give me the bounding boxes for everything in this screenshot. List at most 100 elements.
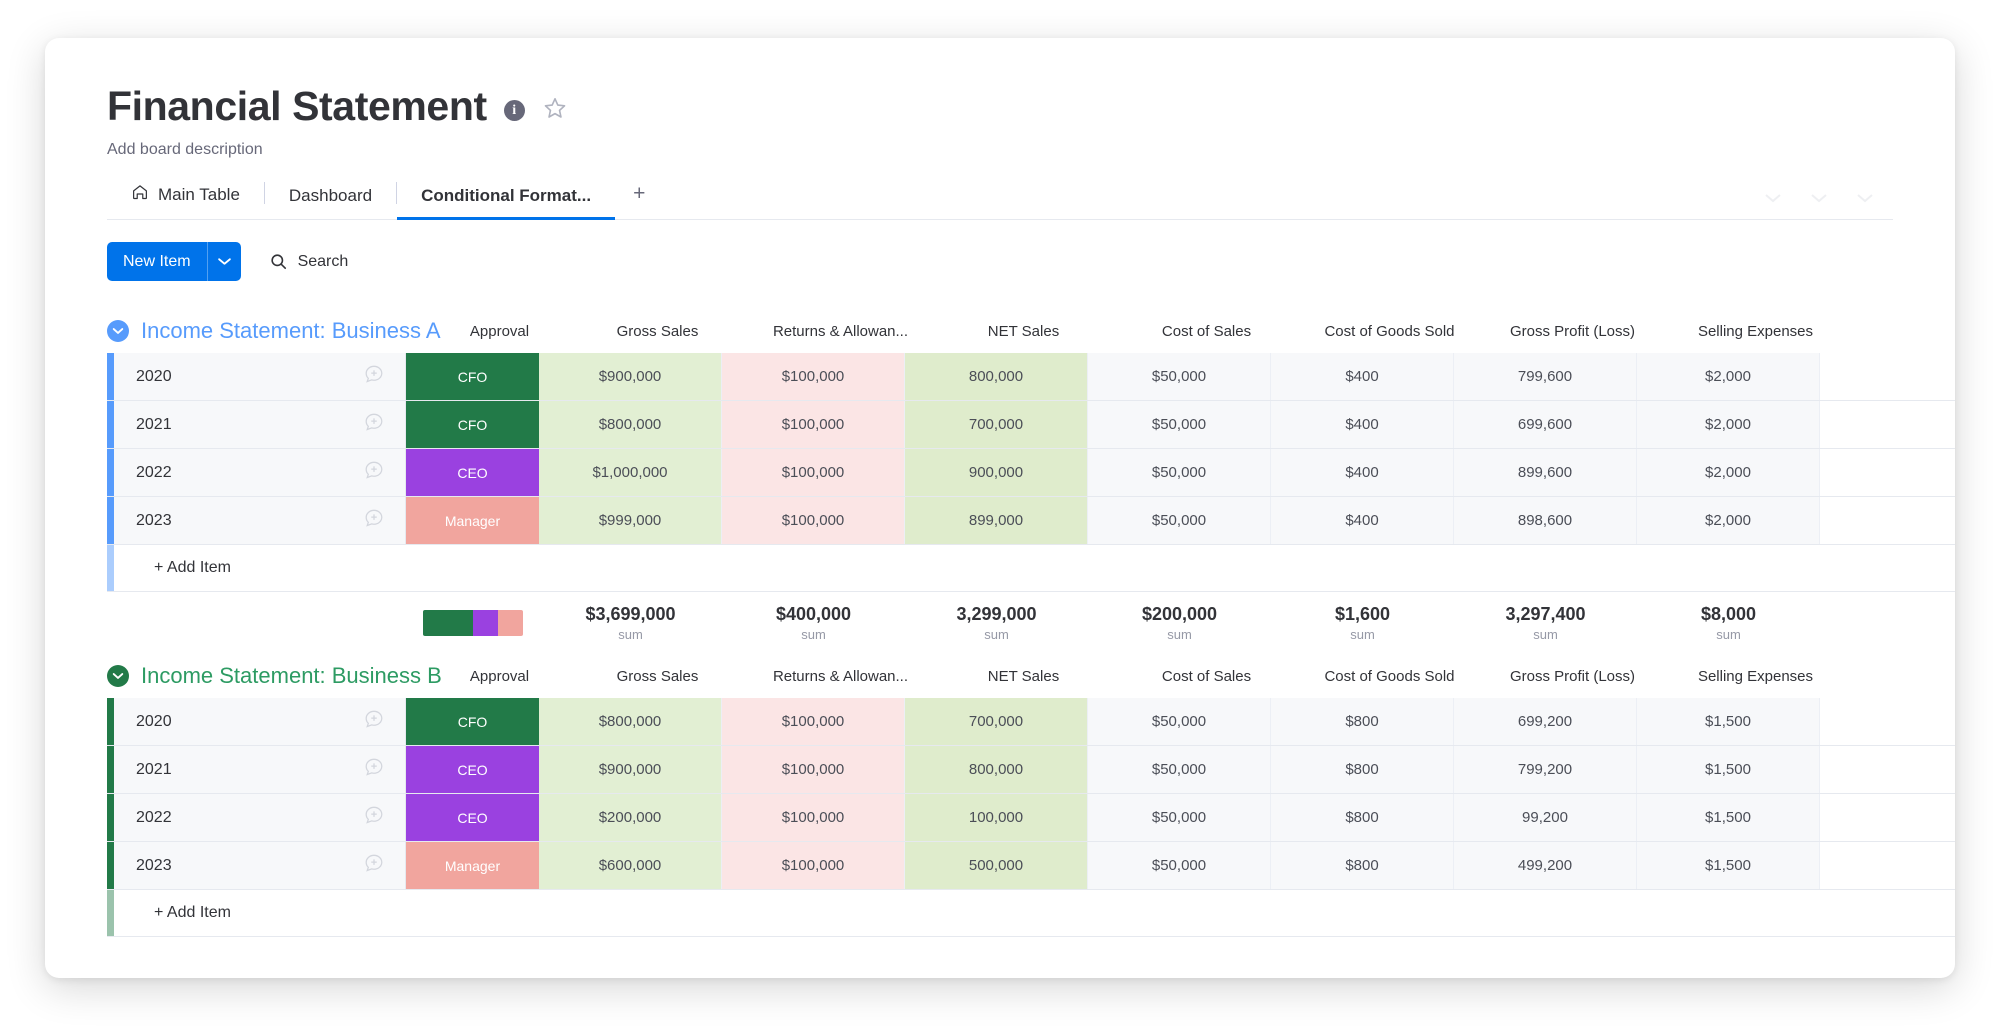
cell-cost-of-sales[interactable]: $50,000 (1088, 449, 1271, 496)
cell-gross-profit[interactable]: 499,200 (1454, 842, 1637, 889)
table-row[interactable]: 2021 CEO $900,000 $100,000 800,000 $50,0… (107, 746, 1955, 794)
cell-gross-profit[interactable]: 799,200 (1454, 746, 1637, 793)
cell-selling-expenses[interactable]: $2,000 (1637, 449, 1820, 496)
table-row[interactable]: 2020 CFO $900,000 $100,000 800,000 $50,0… (107, 353, 1955, 401)
table-row[interactable]: 2023 Manager $999,000 $100,000 899,000 $… (107, 497, 1955, 545)
row-name-cell[interactable]: 2022 (114, 449, 406, 496)
table-row[interactable]: 2020 CFO $800,000 $100,000 700,000 $50,0… (107, 698, 1955, 746)
cell-approval[interactable]: CEO (406, 746, 539, 793)
column-header-returns-allowances[interactable]: Returns & Allowan... (749, 323, 932, 340)
board-description[interactable]: Add board description (107, 141, 1955, 159)
table-row[interactable]: 2022 CEO $1,000,000 $100,000 900,000 $50… (107, 449, 1955, 497)
cell-returns[interactable]: $100,000 (722, 794, 905, 841)
summary-selling-expenses[interactable]: $8,000 sum (1637, 592, 1820, 654)
column-header-selling-expenses[interactable]: Selling Expenses (1664, 668, 1847, 685)
new-item-button[interactable]: New Item (107, 242, 241, 281)
column-header-cost-of-goods-sold[interactable]: Cost of Goods Sold (1298, 323, 1481, 340)
cell-cogs[interactable]: $400 (1271, 401, 1454, 448)
table-row[interactable]: 2023 Manager $600,000 $100,000 500,000 $… (107, 842, 1955, 890)
cell-net-sales[interactable]: 700,000 (905, 698, 1088, 745)
tab-dashboard[interactable]: Dashboard (265, 186, 396, 220)
cell-cogs[interactable]: $800 (1271, 746, 1454, 793)
cell-returns[interactable]: $100,000 (722, 698, 905, 745)
cell-approval[interactable]: CEO (406, 449, 539, 496)
row-name-cell[interactable]: 2023 (114, 842, 406, 889)
column-header-cost-of-goods-sold[interactable]: Cost of Goods Sold (1298, 668, 1481, 685)
group-collapse-toggle[interactable] (107, 320, 129, 342)
column-header-approval[interactable]: Approval (433, 323, 566, 340)
summary-net-sales[interactable]: 3,299,000 sum (905, 592, 1088, 654)
cell-selling-expenses[interactable]: $1,500 (1637, 698, 1820, 745)
column-header-approval[interactable]: Approval (433, 668, 566, 685)
cell-cost-of-sales[interactable]: $50,000 (1088, 842, 1271, 889)
cell-returns[interactable]: $100,000 (722, 497, 905, 544)
add-comment-icon[interactable] (363, 459, 385, 486)
star-icon[interactable] (542, 95, 568, 126)
cell-cost-of-sales[interactable]: $50,000 (1088, 401, 1271, 448)
cell-approval[interactable]: CEO (406, 794, 539, 841)
info-icon[interactable]: i (503, 100, 525, 121)
cell-gross-sales[interactable]: $800,000 (539, 401, 722, 448)
row-name-cell[interactable]: 2020 (114, 698, 406, 745)
cell-gross-profit[interactable]: 699,200 (1454, 698, 1637, 745)
cell-cogs[interactable]: $800 (1271, 794, 1454, 841)
add-comment-icon[interactable] (363, 363, 385, 390)
cell-net-sales[interactable]: 800,000 (905, 353, 1088, 400)
cell-approval[interactable]: CFO (406, 698, 539, 745)
search-button[interactable]: Search (269, 252, 348, 271)
column-header-gross-sales[interactable]: Gross Sales (566, 668, 749, 685)
cell-cogs[interactable]: $400 (1271, 449, 1454, 496)
cell-approval[interactable]: Manager (406, 842, 539, 889)
add-comment-icon[interactable] (363, 804, 385, 831)
cell-cost-of-sales[interactable]: $50,000 (1088, 353, 1271, 400)
cell-approval[interactable]: Manager (406, 497, 539, 544)
cell-returns[interactable]: $100,000 (722, 353, 905, 400)
column-header-cost-of-sales[interactable]: Cost of Sales (1115, 668, 1298, 685)
cell-gross-profit[interactable]: 699,600 (1454, 401, 1637, 448)
cell-returns[interactable]: $100,000 (722, 401, 905, 448)
cell-gross-sales[interactable]: $800,000 (539, 698, 722, 745)
cell-selling-expenses[interactable]: $2,000 (1637, 401, 1820, 448)
column-header-gross-profit[interactable]: Gross Profit (Loss) (1481, 668, 1664, 685)
cell-net-sales[interactable]: 500,000 (905, 842, 1088, 889)
add-comment-icon[interactable] (363, 708, 385, 735)
summary-cogs[interactable]: $1,600 sum (1271, 592, 1454, 654)
add-comment-icon[interactable] (363, 852, 385, 879)
row-name-cell[interactable]: 2020 (114, 353, 406, 400)
cell-cost-of-sales[interactable]: $50,000 (1088, 698, 1271, 745)
group-collapse-toggle[interactable] (107, 665, 129, 687)
cell-gross-sales[interactable]: $900,000 (539, 746, 722, 793)
cell-approval[interactable]: CFO (406, 401, 539, 448)
cell-cost-of-sales[interactable]: $50,000 (1088, 794, 1271, 841)
add-item-button[interactable]: + Add Item (114, 890, 1894, 936)
add-tab-button[interactable]: + (615, 182, 663, 220)
cell-net-sales[interactable]: 100,000 (905, 794, 1088, 841)
cell-selling-expenses[interactable]: $2,000 (1637, 497, 1820, 544)
cell-returns[interactable]: $100,000 (722, 842, 905, 889)
cell-returns[interactable]: $100,000 (722, 449, 905, 496)
row-name-cell[interactable]: 2022 (114, 794, 406, 841)
summary-gross-sales[interactable]: $3,699,000 sum (539, 592, 722, 654)
column-header-net-sales[interactable]: NET Sales (932, 323, 1115, 340)
column-header-gross-sales[interactable]: Gross Sales (566, 323, 749, 340)
group-title[interactable]: Income Statement: Business B (141, 663, 442, 689)
cell-cost-of-sales[interactable]: $50,000 (1088, 746, 1271, 793)
cell-selling-expenses[interactable]: $1,500 (1637, 842, 1820, 889)
row-name-cell[interactable]: 2021 (114, 401, 406, 448)
cell-returns[interactable]: $100,000 (722, 746, 905, 793)
column-header-selling-expenses[interactable]: Selling Expenses (1664, 323, 1847, 340)
summary-cost-of-sales[interactable]: $200,000 sum (1088, 592, 1271, 654)
tab-conditional-formatting[interactable]: Conditional Format... (397, 186, 616, 220)
group-title[interactable]: Income Statement: Business A (141, 318, 441, 344)
cell-approval[interactable]: CFO (406, 353, 539, 400)
row-name-cell[interactable]: 2021 (114, 746, 406, 793)
add-item-button[interactable]: + Add Item (114, 545, 1894, 591)
table-row[interactable]: 2022 CEO $200,000 $100,000 100,000 $50,0… (107, 794, 1955, 842)
cell-gross-sales[interactable]: $600,000 (539, 842, 722, 889)
add-comment-icon[interactable] (363, 756, 385, 783)
cell-net-sales[interactable]: 899,000 (905, 497, 1088, 544)
cell-selling-expenses[interactable]: $1,500 (1637, 746, 1820, 793)
cell-selling-expenses[interactable]: $2,000 (1637, 353, 1820, 400)
cell-cost-of-sales[interactable]: $50,000 (1088, 497, 1271, 544)
cell-selling-expenses[interactable]: $1,500 (1637, 794, 1820, 841)
